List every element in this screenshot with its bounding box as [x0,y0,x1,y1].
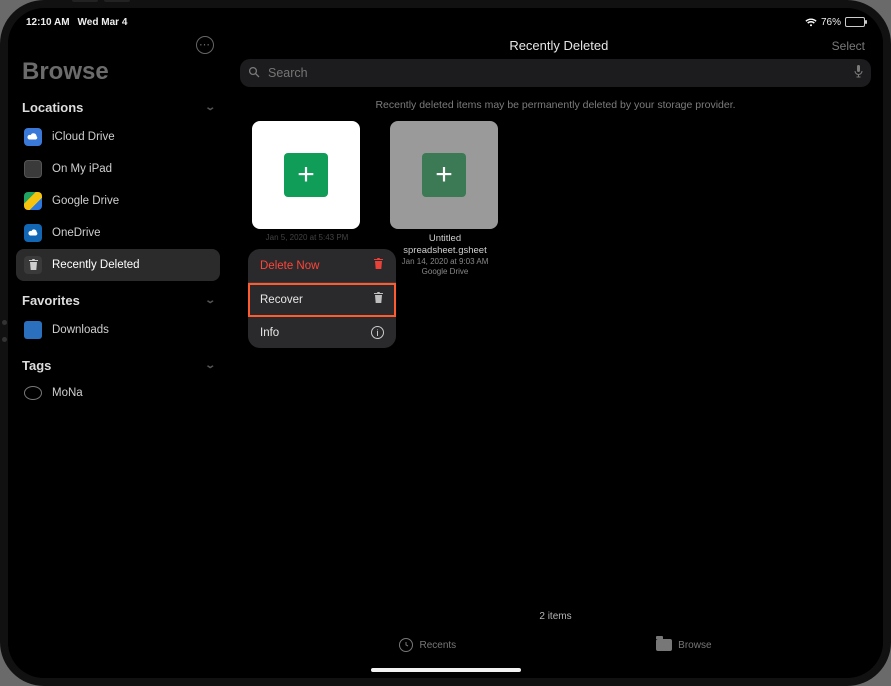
wifi-icon [805,18,817,27]
locations-header[interactable]: Locations ⌄ [8,96,228,119]
file-date: Jan 5, 2020 at 5:43 PM [252,233,362,243]
tags-header[interactable]: Tags ⌄ [8,354,228,377]
favorites-header[interactable]: Favorites ⌄ [8,289,228,312]
file-thumbnail: + [252,121,360,229]
browse-title: Browse [8,58,228,96]
home-indicator[interactable] [371,668,521,672]
tag-circle-icon [24,386,42,400]
sidebar-item-recently-deleted[interactable]: Recently Deleted [16,249,220,281]
tab-browse[interactable]: Browse [656,630,711,660]
context-menu: Delete Now Recover Info [248,249,396,348]
search-input[interactable] [268,66,846,80]
trash-icon [373,258,384,273]
context-delete-now[interactable]: Delete Now [248,249,396,283]
select-button[interactable]: Select [832,39,865,53]
clock-icon [399,638,413,652]
sidebar: ⋯ Browse Locations ⌄ iCloud Drive [8,30,228,678]
item-count: 2 items [228,611,883,622]
sidebar-item-google-drive[interactable]: Google Drive [16,185,220,217]
file-location: Google Drive [390,267,500,277]
status-time: 12:10 AM [26,17,70,28]
sidebar-item-onedrive[interactable]: OneDrive [16,217,220,249]
status-bar: 12:10 AM Wed Mar 4 76% [8,8,883,30]
bottom-tab-bar: Recents Browse [228,630,883,660]
trash-icon [24,256,42,274]
folder-icon [24,321,42,339]
sidebar-item-tag-mona[interactable]: MoNa [16,379,220,407]
search-icon [248,66,260,81]
chevron-down-icon: ⌄ [204,102,216,113]
file-date: Jan 14, 2020 at 9:03 AM [390,257,500,267]
battery-percent: 76% [821,17,841,28]
trash-icon [373,292,384,307]
sidebar-item-on-my-ipad[interactable]: On My iPad [16,153,220,185]
status-date: Wed Mar 4 [78,17,128,28]
main-panel: Recently Deleted Select Recently deleted… [228,30,883,678]
spreadsheet-icon: + [422,153,466,197]
file-thumbnail: + [390,121,498,229]
context-info[interactable]: Info i [248,317,396,348]
chevron-down-icon: ⌄ [204,295,216,306]
tab-recents[interactable]: Recents [399,630,456,660]
cloud-icon [24,128,42,146]
onedrive-icon [24,224,42,242]
sidebar-item-icloud-drive[interactable]: iCloud Drive [16,121,220,153]
file-name: Untitled spreadsheet.gsheet [390,233,500,257]
deletion-hint: Recently deleted items may be permanentl… [228,95,883,121]
sidebar-item-downloads[interactable]: Downloads [16,314,220,346]
info-icon: i [371,326,384,339]
battery-icon [845,17,865,27]
file-item[interactable]: + Jan 5, 2020 at 5:43 PM [252,121,362,243]
chevron-down-icon: ⌄ [204,360,216,371]
ipad-icon [24,160,42,178]
more-options-button[interactable]: ⋯ [196,36,214,54]
page-title: Recently Deleted [286,38,832,53]
search-bar[interactable] [240,59,871,87]
context-recover[interactable]: Recover [248,283,396,317]
folder-icon [656,639,672,651]
spreadsheet-icon: + [284,153,328,197]
dictation-icon[interactable] [854,65,863,81]
google-drive-icon [24,192,42,210]
file-item[interactable]: + Untitled spreadsheet.gsheet Jan 14, 20… [390,121,500,277]
